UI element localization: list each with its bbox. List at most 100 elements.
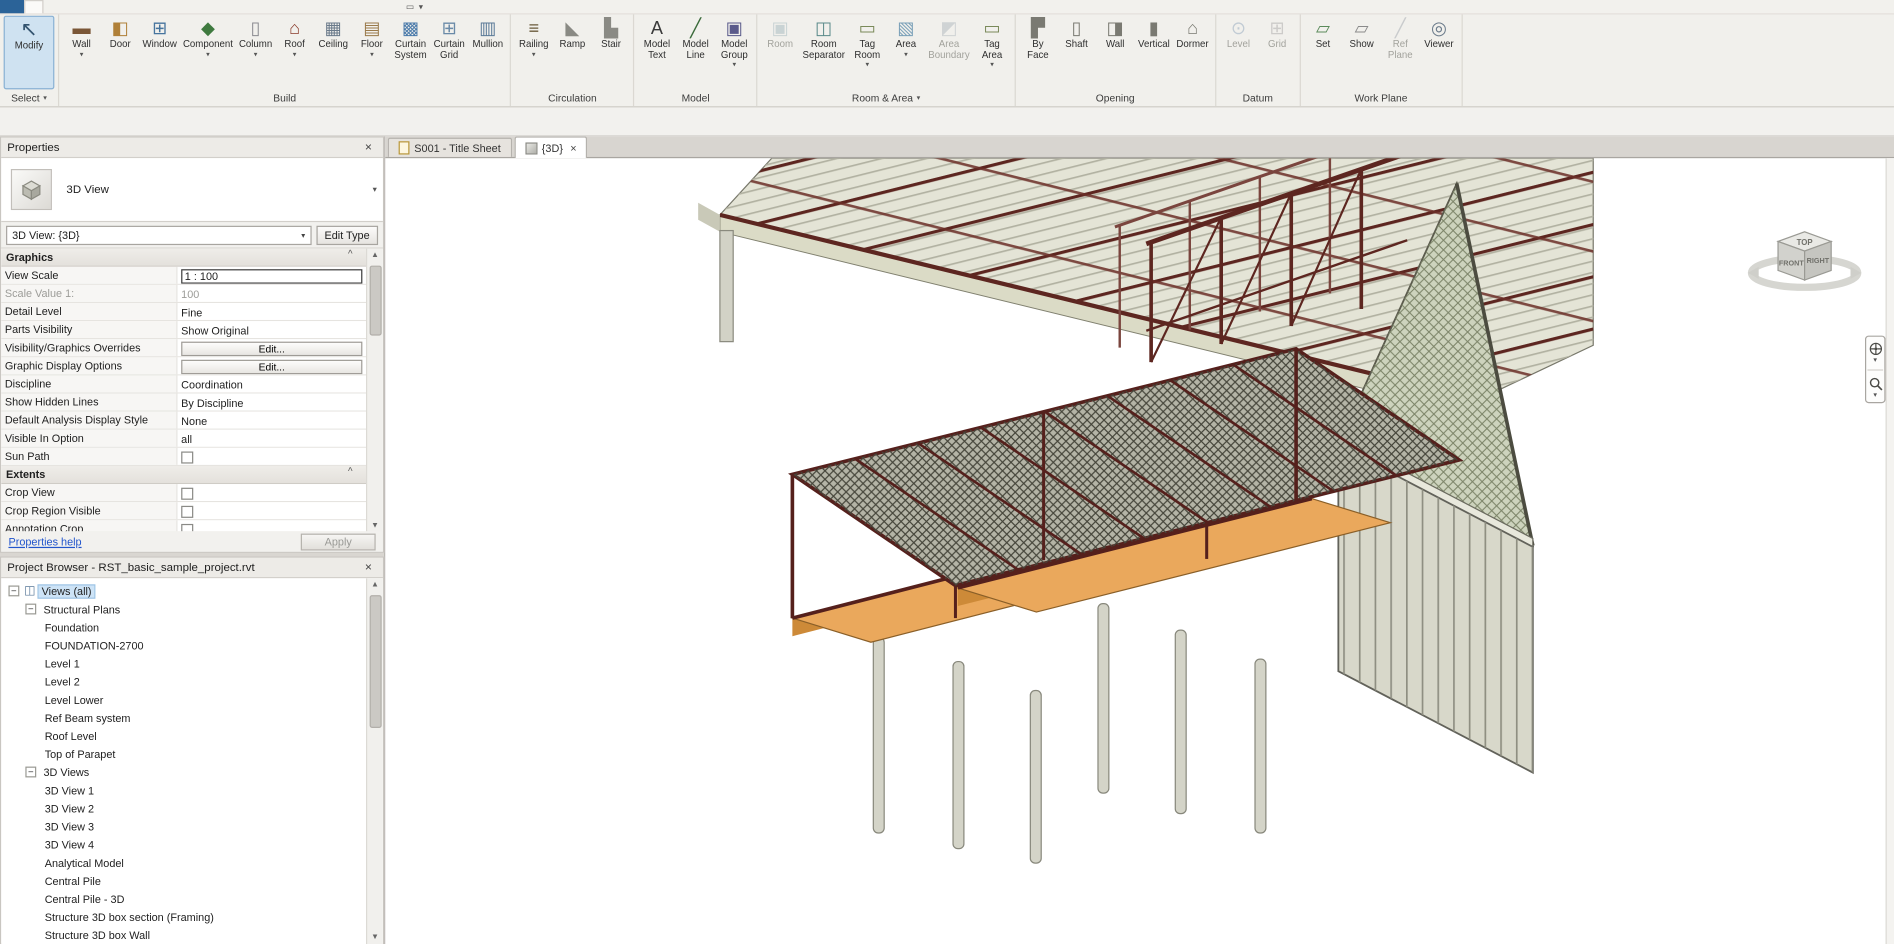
tree-item[interactable]: Roof Level bbox=[1, 727, 366, 745]
view-combo[interactable]: 3D View: {3D} ▾ bbox=[6, 225, 312, 245]
ramp-button[interactable]: ◣ Ramp bbox=[554, 16, 591, 90]
ribbon-tab[interactable] bbox=[230, 0, 247, 13]
viewer-button[interactable]: ◎ Viewer bbox=[1420, 16, 1457, 90]
modify-button[interactable]: ↖ Modify bbox=[3, 15, 55, 90]
visible-in-option-value[interactable]: all bbox=[177, 429, 366, 447]
zoom-button[interactable] bbox=[1867, 375, 1883, 391]
curtain-grid-button[interactable]: ⊞ Curtain Grid bbox=[430, 16, 467, 90]
ribbon-tab[interactable] bbox=[111, 0, 128, 13]
ribbon-tab[interactable] bbox=[213, 0, 230, 13]
properties-scrollbar[interactable]: ▲ ▼ bbox=[365, 248, 383, 534]
panel-label-model[interactable]: Model bbox=[635, 89, 757, 106]
stair-button[interactable]: ▙ Stair bbox=[592, 16, 629, 90]
ribbon-tab[interactable] bbox=[297, 0, 314, 13]
tree-item[interactable]: 3D View 2 bbox=[1, 799, 366, 817]
tag-area-button[interactable]: ▭ Tag Area ▾ bbox=[973, 16, 1010, 90]
tree-item[interactable]: 3D View 1 bbox=[1, 781, 366, 799]
panel-label-opening[interactable]: Opening bbox=[1016, 89, 1215, 106]
tree-item[interactable]: Foundation bbox=[1, 618, 366, 636]
model-3d-view[interactable] bbox=[385, 158, 1894, 944]
tree-item[interactable]: Central Pile - 3D bbox=[1, 890, 366, 908]
panel-label-select[interactable]: Select ▾ bbox=[0, 89, 58, 106]
sun-path-checkbox[interactable] bbox=[181, 450, 194, 463]
mullion-button[interactable]: ▥ Mullion bbox=[469, 16, 506, 90]
discipline-value[interactable]: Coordination bbox=[177, 375, 366, 393]
collapse-icon[interactable]: ^ bbox=[335, 249, 366, 266]
component-button[interactable]: ◆ Component ▾ bbox=[181, 16, 236, 90]
type-selector[interactable]: 3D View ▾ bbox=[1, 158, 383, 223]
vg-overrides-edit-button[interactable]: Edit... bbox=[181, 341, 363, 356]
ribbon-tab[interactable] bbox=[331, 0, 348, 13]
ribbon-display-toggle[interactable]: ▭ ▾ bbox=[406, 0, 423, 13]
door-button[interactable]: ◧ Door bbox=[101, 16, 138, 90]
model-group-button[interactable]: ▣ Model Group ▾ bbox=[716, 16, 753, 90]
model-text-button[interactable]: A Model Text bbox=[638, 16, 675, 90]
panel-label-work-plane[interactable]: Work Plane bbox=[1301, 89, 1462, 106]
room-separator-button[interactable]: ◫ Room Separator bbox=[800, 16, 847, 90]
opening-by-face-button[interactable]: ▛ By Face bbox=[1019, 16, 1056, 90]
area-button[interactable]: ▧ Area ▾ bbox=[887, 16, 924, 90]
ribbon-tab[interactable] bbox=[60, 0, 77, 13]
tree-expander[interactable]: − bbox=[25, 603, 37, 615]
close-icon[interactable]: × bbox=[360, 561, 377, 574]
roof-button[interactable]: ⌂ Roof ▾ bbox=[276, 16, 313, 90]
ribbon-tab[interactable] bbox=[382, 0, 399, 13]
detail-level-value[interactable]: Fine bbox=[177, 303, 366, 320]
tree-item[interactable]: Level Lower bbox=[1, 691, 366, 709]
scrollbar-thumb[interactable] bbox=[369, 595, 382, 728]
properties-section-extents[interactable]: Extents ^ bbox=[1, 465, 366, 485]
drawing-area[interactable]: TOP FRONT RIGHT ▾ ▾ bbox=[385, 158, 1894, 944]
show-hidden-lines-value[interactable]: By Discipline bbox=[177, 393, 366, 411]
ribbon-tab[interactable] bbox=[314, 0, 331, 13]
opening-vertical-button[interactable]: ▮ Vertical bbox=[1135, 16, 1172, 90]
browser-scrollbar[interactable]: ▲ ▼ bbox=[365, 578, 383, 944]
scroll-up-icon[interactable]: ▲ bbox=[367, 578, 383, 592]
panel-label-datum[interactable]: Datum bbox=[1216, 89, 1299, 106]
deck-column[interactable] bbox=[719, 229, 734, 343]
tree-item[interactable]: − 3D Views bbox=[1, 763, 366, 781]
tag-room-button[interactable]: ▭ Tag Room ▾ bbox=[849, 16, 886, 90]
tree-item[interactable]: 3D View 4 bbox=[1, 835, 366, 853]
workplane-show-button[interactable]: ▱ Show bbox=[1343, 16, 1380, 90]
tree-item[interactable]: − ◫ Views (all) bbox=[1, 582, 366, 600]
chevron-down-icon[interactable]: ▾ bbox=[373, 185, 377, 194]
viewcube[interactable]: TOP FRONT RIGHT bbox=[1744, 217, 1865, 311]
ribbon-tab[interactable] bbox=[280, 0, 297, 13]
ribbon-tab[interactable] bbox=[348, 0, 365, 13]
crop-region-checkbox[interactable] bbox=[181, 505, 194, 518]
workplane-set-button[interactable]: ▱ Set bbox=[1304, 16, 1341, 90]
tree-item[interactable]: Central Pile bbox=[1, 872, 366, 890]
collapse-icon[interactable]: ^ bbox=[335, 466, 366, 483]
window-button[interactable]: ⊞ Window bbox=[140, 16, 179, 90]
ribbon-tab[interactable] bbox=[162, 0, 179, 13]
ribbon-tab[interactable] bbox=[43, 0, 60, 13]
ribbon-tab[interactable] bbox=[24, 0, 44, 14]
ribbon-tab[interactable] bbox=[77, 0, 94, 13]
view-tab-3d[interactable]: {3D} × bbox=[514, 136, 588, 159]
tree-expander[interactable]: − bbox=[25, 766, 37, 778]
opening-wall-button[interactable]: ◨ Wall bbox=[1097, 16, 1134, 90]
tree-expander[interactable]: − bbox=[8, 585, 20, 597]
column-button[interactable]: ▯ Column ▾ bbox=[237, 16, 275, 90]
opening-dormer-button[interactable]: ⌂ Dormer bbox=[1174, 16, 1211, 90]
ribbon-tab[interactable] bbox=[196, 0, 213, 13]
ribbon-tab[interactable] bbox=[145, 0, 162, 13]
scrollbar-thumb[interactable] bbox=[369, 265, 382, 336]
floor-button[interactable]: ▤ Floor ▾ bbox=[353, 16, 390, 90]
steering-wheel-button[interactable] bbox=[1867, 340, 1883, 356]
model-line-button[interactable]: ╱ Model Line bbox=[677, 16, 714, 90]
ceiling-button[interactable]: ▦ Ceiling bbox=[315, 16, 352, 90]
apply-button[interactable]: Apply bbox=[300, 532, 376, 550]
tree-item[interactable]: Analytical Model bbox=[1, 853, 366, 871]
panel-label-circulation[interactable]: Circulation bbox=[511, 89, 633, 106]
ribbon-tab[interactable] bbox=[246, 0, 263, 13]
tree-item[interactable]: − Structural Plans bbox=[1, 600, 366, 618]
default-analysis-value[interactable]: None bbox=[177, 411, 366, 429]
curtain-system-button[interactable]: ▩ Curtain System bbox=[392, 16, 429, 90]
ribbon-tab[interactable] bbox=[94, 0, 111, 13]
edit-type-button[interactable]: Edit Type bbox=[316, 225, 379, 245]
zoom-dropdown[interactable]: ▾ bbox=[1873, 392, 1877, 399]
properties-section-graphics[interactable]: Graphics ^ bbox=[1, 248, 366, 267]
ribbon-tab[interactable] bbox=[128, 0, 145, 13]
panel-label-build[interactable]: Build bbox=[59, 89, 510, 106]
